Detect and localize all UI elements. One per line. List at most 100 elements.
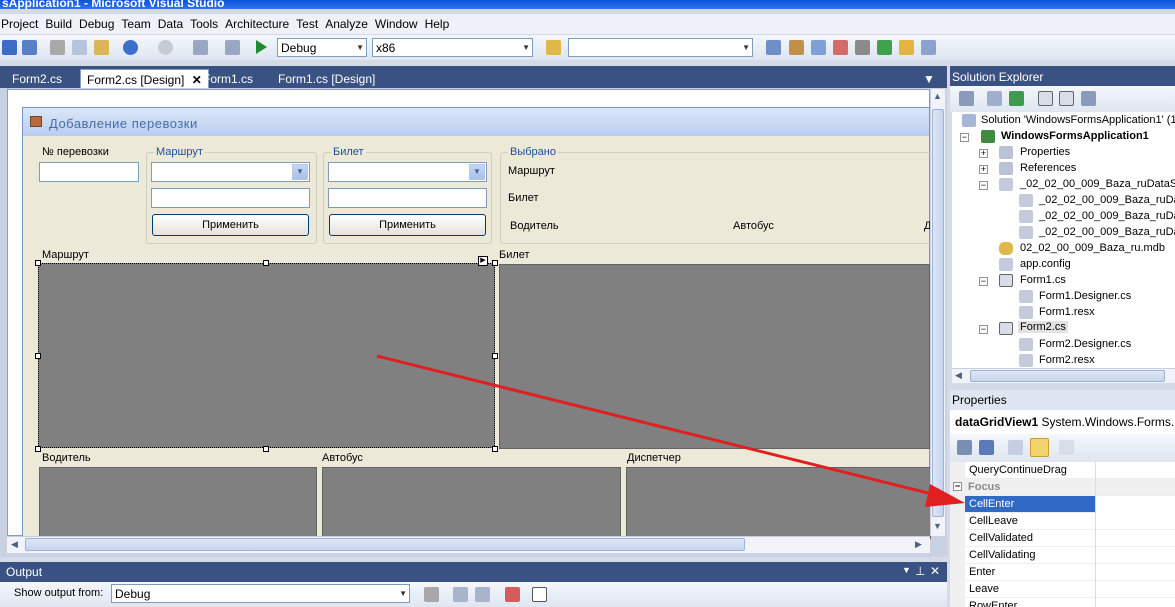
menu-data[interactable]: Data	[157, 14, 189, 31]
start-page-icon[interactable]	[877, 40, 892, 55]
resize-handle[interactable]	[263, 446, 269, 452]
save-all-icon[interactable]	[22, 40, 37, 55]
chevron-down-icon[interactable]: ▼	[292, 164, 308, 180]
transport-number-input[interactable]	[39, 162, 139, 182]
tree-item-dataset-file-2[interactable]: _02_02_00_009_Baza_ruDa	[1039, 210, 1175, 222]
properties-window-icon[interactable]	[789, 40, 804, 55]
tree-item-form1-resx[interactable]: Form1.resx	[1039, 306, 1095, 318]
resize-handle[interactable]	[492, 446, 498, 452]
menu-build[interactable]: Build	[44, 14, 78, 31]
tree-item-app-config[interactable]: app.config	[1020, 258, 1071, 270]
tree-item-form1-designer[interactable]: Form1.Designer.cs	[1039, 290, 1131, 302]
object-browser-icon[interactable]	[811, 40, 826, 55]
copy-icon[interactable]	[72, 40, 87, 55]
route-combobox[interactable]: ▼	[151, 162, 310, 182]
scroll-left-icon[interactable]: ◀	[11, 539, 18, 550]
collapse-icon[interactable]: −	[979, 325, 988, 334]
resize-handle[interactable]	[492, 353, 498, 359]
tree-item-dataset-file-3[interactable]: _02_02_00_009_Baza_ruDa	[1039, 226, 1175, 238]
collapse-icon[interactable]: −	[979, 181, 988, 190]
editor-horizontal-scrollbar[interactable]: ◀ ▶	[7, 536, 930, 553]
show-all-files-icon[interactable]	[987, 91, 1002, 106]
scroll-right-icon[interactable]: ▶	[915, 539, 922, 550]
toolbox-icon[interactable]	[833, 40, 848, 55]
extension-manager-icon[interactable]	[855, 40, 870, 55]
dispatcher-datagridview[interactable]	[626, 467, 931, 539]
scroll-thumb[interactable]	[932, 109, 944, 517]
menu-debug[interactable]: Debug	[78, 14, 120, 31]
menu-window[interactable]: Window	[374, 14, 424, 31]
redo-icon[interactable]	[158, 40, 173, 55]
chevron-down-icon[interactable]: ▼	[469, 164, 485, 180]
menu-test[interactable]: Test	[295, 14, 324, 31]
route-apply-button[interactable]: Применить	[152, 214, 309, 236]
tree-item-form2-designer[interactable]: Form2.Designer.cs	[1039, 338, 1131, 350]
prev-message-icon[interactable]	[453, 587, 468, 602]
tab-form1-design[interactable]: Form1.cs [Design]	[272, 69, 381, 88]
event-row[interactable]: QueryContinueDrag	[965, 462, 1175, 479]
tree-item-references[interactable]: References	[1020, 162, 1076, 174]
driver-datagridview[interactable]	[39, 467, 317, 539]
tree-item-form1[interactable]: Form1.cs	[1020, 274, 1066, 286]
event-row[interactable]: RowEnter	[965, 598, 1175, 607]
ticket-datagridview[interactable]	[499, 264, 930, 449]
route-datagridview[interactable]	[38, 263, 495, 448]
scroll-up-icon[interactable]: ▲	[933, 91, 942, 101]
properties-icon[interactable]	[959, 91, 974, 106]
command-window-icon[interactable]	[921, 40, 936, 55]
navigate-forward-icon[interactable]	[225, 40, 240, 55]
tree-item-mdb[interactable]: 02_02_00_009_Baza_ru.mdb	[1020, 242, 1165, 254]
solution-explorer-icon[interactable]	[766, 40, 781, 55]
clear-all-icon[interactable]	[505, 587, 520, 602]
find-message-icon[interactable]	[424, 587, 439, 602]
solution-tree-horizontal-scrollbar[interactable]: ◀	[952, 368, 1175, 383]
smart-tag-icon[interactable]: ▶	[478, 256, 488, 266]
route-textbox[interactable]	[151, 188, 310, 208]
property-pages-icon[interactable]	[1059, 440, 1074, 455]
resize-handle[interactable]	[263, 260, 269, 266]
tab-form1-cs[interactable]: Form1.cs	[197, 69, 259, 88]
tab-form2-cs[interactable]: Form2.cs	[6, 69, 68, 88]
class-view-icon[interactable]	[899, 40, 914, 55]
properties-object-selector[interactable]: dataGridView1 System.Windows.Forms.Da	[950, 410, 1175, 434]
output-source-combo[interactable]: Debug ▼	[111, 584, 410, 603]
resize-handle[interactable]	[35, 260, 41, 266]
collapse-icon[interactable]: −	[979, 277, 988, 286]
word-wrap-icon[interactable]	[532, 587, 547, 602]
tab-dropdown-icon[interactable]: ▼	[921, 69, 937, 88]
collapse-icon[interactable]: −	[953, 482, 962, 491]
solution-config-combo[interactable]: Debug ▼	[277, 38, 367, 57]
collapse-icon[interactable]: −	[960, 133, 969, 142]
scroll-down-icon[interactable]: ▼	[933, 521, 942, 531]
events-lightning-icon[interactable]	[1030, 438, 1049, 457]
menu-team[interactable]: Team	[120, 14, 156, 31]
event-row[interactable]: Leave	[965, 581, 1175, 598]
pin-icon[interactable]: ⊥	[915, 564, 925, 578]
class-diagram-icon[interactable]	[1081, 91, 1096, 106]
event-category[interactable]: − Focus	[950, 479, 1175, 496]
expand-icon[interactable]: +	[979, 149, 988, 158]
menu-project[interactable]: Project	[0, 14, 44, 31]
save-icon[interactable]	[2, 40, 17, 55]
event-row[interactable]: CellValidated	[965, 530, 1175, 547]
find-combo[interactable]: ▼	[568, 38, 753, 57]
menu-tools[interactable]: Tools	[189, 14, 224, 31]
navigate-backward-icon[interactable]	[193, 40, 208, 55]
platform-combo[interactable]: x86 ▼	[372, 38, 533, 57]
refresh-icon[interactable]	[1009, 91, 1024, 106]
event-row[interactable]: CellLeave	[965, 513, 1175, 530]
close-icon[interactable]: ✕	[930, 564, 940, 578]
scroll-thumb[interactable]	[25, 538, 745, 551]
ticket-combobox[interactable]: ▼	[328, 162, 487, 182]
categorized-icon[interactable]	[957, 440, 972, 455]
resize-handle[interactable]	[492, 260, 498, 266]
panel-menu-icon[interactable]: ▼	[902, 565, 911, 575]
cut-icon[interactable]	[50, 40, 65, 55]
bus-datagridview[interactable]	[322, 467, 621, 539]
scroll-left-icon[interactable]: ◀	[955, 370, 962, 381]
editor-vertical-scrollbar[interactable]: ▲ ▼	[930, 89, 945, 536]
tree-item-project[interactable]: WindowsFormsApplication1	[1001, 130, 1149, 142]
event-row[interactable]: Enter	[965, 564, 1175, 581]
menu-architecture[interactable]: Architecture	[224, 14, 295, 31]
ticket-textbox[interactable]	[328, 188, 487, 208]
